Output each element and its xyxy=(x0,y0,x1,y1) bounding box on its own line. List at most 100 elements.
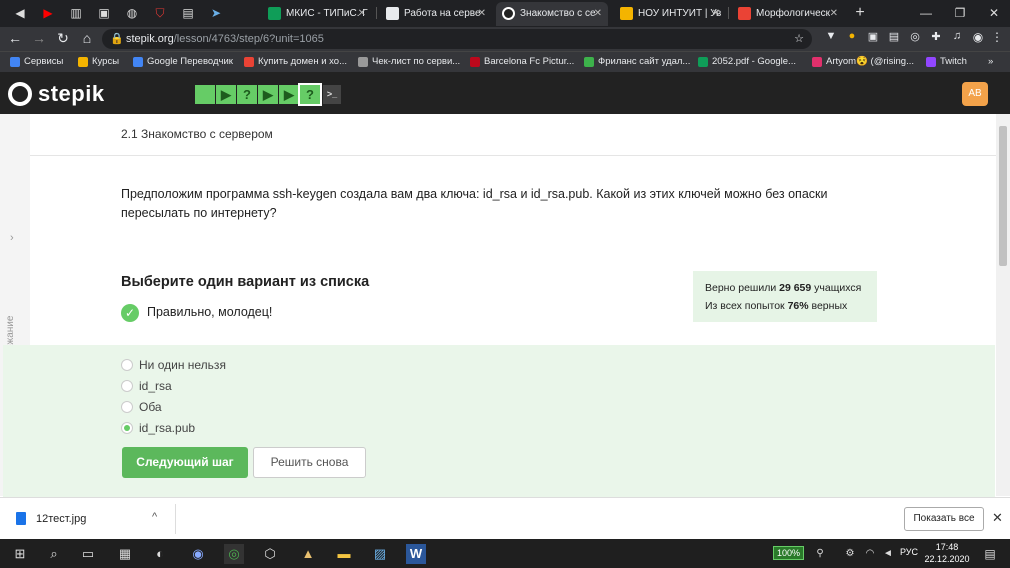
radio-icon[interactable] xyxy=(121,380,133,392)
task-view-icon[interactable]: ▭ xyxy=(78,544,98,564)
chevron-up-icon[interactable]: ^ xyxy=(152,511,157,523)
bookmark-item[interactable]: Barcelona Fc Pictur... xyxy=(470,55,574,69)
close-icon[interactable]: ✕ xyxy=(358,2,366,26)
close-icon[interactable]: ✕ xyxy=(712,2,720,26)
extension-icon[interactable]: ▤ xyxy=(885,30,903,43)
back-icon[interactable]: ← xyxy=(6,30,24,46)
option-0[interactable]: Ни один нельзя xyxy=(121,358,226,372)
maximize-icon[interactable]: ❐ xyxy=(952,5,968,21)
radio-icon[interactable] xyxy=(121,359,133,371)
stepik-logo[interactable]: stepik xyxy=(38,81,105,107)
tray-icon[interactable]: ⚲ xyxy=(810,544,830,564)
extension-icon[interactable]: ◎ xyxy=(906,30,924,43)
stats-box: Верно решили 29 659 учащихся Из всех поп… xyxy=(693,271,877,322)
step-indicator-current[interactable]: ? xyxy=(298,83,322,106)
bookmark-item[interactable]: Twitch xyxy=(926,55,967,69)
new-tab-button[interactable]: + xyxy=(852,5,868,21)
home-icon[interactable]: ⌂ xyxy=(78,30,96,46)
volume-icon[interactable]: ◄ xyxy=(878,544,898,564)
option-1[interactable]: id_rsa xyxy=(121,379,172,393)
download-file-name[interactable]: 12тест.jpg xyxy=(36,513,86,525)
extension-icon[interactable]: ● xyxy=(843,30,861,42)
step-indicator[interactable]: ▶ xyxy=(216,85,236,104)
bookmark-item[interactable]: 2052.pdf - Google... xyxy=(698,55,796,69)
bookmark-item[interactable]: Фриланс сайт удал... xyxy=(584,55,690,69)
bookmark-item[interactable]: Чек-лист по серви... xyxy=(358,55,460,69)
stepik-logo-icon[interactable] xyxy=(8,82,32,106)
radio-icon[interactable] xyxy=(121,401,133,413)
tab-4[interactable]: НОУ ИНТУИТ | Ув ✕ xyxy=(614,2,726,26)
notification-icon[interactable]: ▤ xyxy=(980,544,1000,564)
answer-area: Ни один нельзя id_rsa Оба id_rsa.pub Сле… xyxy=(3,345,995,497)
steam-icon[interactable]: ◐ xyxy=(150,544,170,564)
browser-tab-bar: ◀ ▶ ▥ ▣ ◍ ⛉ ▤ ➤ МКИС - ТИПиС. Г ✕ Работа… xyxy=(0,0,1010,27)
image-icon[interactable]: ▣ xyxy=(96,5,112,21)
retry-button[interactable]: Решить снова xyxy=(253,447,366,478)
step-indicator[interactable] xyxy=(195,85,215,104)
star-icon[interactable]: ☆ xyxy=(794,29,804,49)
bookmark-item[interactable]: Сервисы xyxy=(10,55,63,69)
folder-icon[interactable]: ▬ xyxy=(334,544,354,564)
page-scrollbar[interactable] xyxy=(996,114,1010,496)
app-icon[interactable]: ▲ xyxy=(298,544,318,564)
tab-5[interactable]: Морфологическ ✕ xyxy=(732,2,844,26)
chrome-icon[interactable]: ◎ xyxy=(224,544,244,564)
close-icon[interactable]: ✕ xyxy=(478,2,486,26)
step-indicator[interactable]: >_ xyxy=(323,85,341,104)
extension-icon[interactable]: ▼ xyxy=(822,30,840,42)
menu-icon[interactable]: ⋮ xyxy=(988,30,1006,44)
tab-1[interactable]: МКИС - ТИПиС. Г ✕ xyxy=(262,2,372,26)
telegram-icon[interactable]: ➤ xyxy=(208,5,224,21)
puzzle-icon[interactable]: ✚ xyxy=(927,30,945,43)
media-icon[interactable]: ♫ xyxy=(948,30,966,42)
next-step-button[interactable]: Следующий шаг xyxy=(122,447,248,478)
word-icon[interactable]: W xyxy=(406,544,426,564)
step-indicator[interactable]: ▶ xyxy=(258,85,278,104)
file-icon xyxy=(16,512,26,525)
option-3-selected[interactable]: id_rsa.pub xyxy=(121,421,195,435)
globe-icon[interactable]: ◍ xyxy=(124,5,140,21)
wifi-icon[interactable]: ◠ xyxy=(860,544,880,564)
tray-icon[interactable]: ⚙ xyxy=(840,544,860,564)
reload-icon[interactable]: ↻ xyxy=(54,30,72,47)
show-all-button[interactable]: Показать все xyxy=(904,507,984,531)
photos-icon[interactable]: ▨ xyxy=(370,544,390,564)
close-icon[interactable]: ✕ xyxy=(594,2,602,26)
step-indicator[interactable]: ▶ xyxy=(279,85,299,104)
option-2[interactable]: Оба xyxy=(121,400,162,414)
store-icon[interactable]: ▦ xyxy=(115,544,135,564)
extension-icon[interactable]: ▣ xyxy=(864,30,882,43)
document-icon[interactable]: ▤ xyxy=(180,5,196,21)
minimize-icon[interactable]: — xyxy=(918,5,934,21)
youtube-icon[interactable]: ▶ xyxy=(40,5,56,21)
scrollbar-thumb[interactable] xyxy=(999,126,1007,266)
search-icon[interactable]: ⌕ xyxy=(44,544,64,564)
chevron-right-icon[interactable]: › xyxy=(10,232,14,244)
close-window-icon[interactable]: ✕ xyxy=(986,5,1002,21)
bookmark-item[interactable]: Купить домен и хо... xyxy=(244,55,347,69)
battery-indicator[interactable]: 100% xyxy=(773,546,805,560)
close-icon[interactable]: ✕ xyxy=(992,510,1003,526)
step-indicator[interactable]: ? xyxy=(237,85,257,104)
avatar[interactable]: АВ xyxy=(962,82,988,106)
radio-selected-icon[interactable] xyxy=(121,422,133,434)
back-audio-icon[interactable]: ◀ xyxy=(12,5,28,21)
chart-icon[interactable]: ▥ xyxy=(68,5,84,21)
close-icon[interactable]: ✕ xyxy=(830,2,838,26)
tab-2[interactable]: Работа на серве ✕ xyxy=(380,2,492,26)
windows-taskbar: ⊞ ⌕ ▭ ▦ ◐ ◉ ◎ ⬡ ▲ ▬ ▨ W 100% ⚲ ⚙ ◠ ◄ РУС… xyxy=(0,539,1010,568)
bookmark-item[interactable]: Artyom😵 (@rising... xyxy=(812,55,914,69)
tab-3-active[interactable]: Знакомство с се ✕ xyxy=(496,2,608,26)
forward-icon[interactable]: → xyxy=(30,30,48,46)
clock[interactable]: 17:48 22.12.2020 xyxy=(924,541,970,565)
app-icon[interactable]: ◉ xyxy=(188,544,208,564)
bookmark-item[interactable]: Курсы xyxy=(78,55,119,69)
windows-start-icon[interactable]: ⊞ xyxy=(10,544,30,564)
url-input[interactable]: 🔒 stepik.org/lesson/4763/step/6?unit=106… xyxy=(102,29,812,49)
shield-icon[interactable]: ⛉ xyxy=(152,5,168,21)
more-bookmarks-icon[interactable]: » xyxy=(988,55,993,69)
language-indicator[interactable]: РУС xyxy=(900,547,918,557)
bookmark-item[interactable]: Google Переводчик xyxy=(133,55,233,69)
profile-icon[interactable]: ◉ xyxy=(969,30,987,44)
box-icon[interactable]: ⬡ xyxy=(260,544,280,564)
